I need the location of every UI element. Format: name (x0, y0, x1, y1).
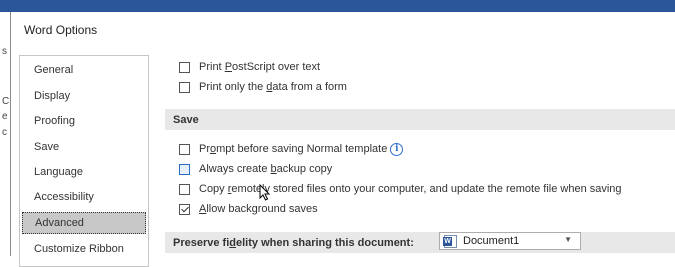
option-label: Print only the data from a form (199, 81, 347, 93)
option-allow-background-saves[interactable]: Allow background saves (179, 201, 318, 217)
option-label: Prompt before saving Normal template (199, 143, 388, 155)
option-label: Allow background saves (199, 203, 318, 215)
document-dropdown-value: Document1 (463, 235, 520, 247)
section-header-preserve-fidelity: Preserve fidelity when sharing this docu… (165, 232, 675, 253)
checkbox[interactable] (179, 183, 190, 195)
nav-item-display[interactable]: Display (22, 85, 146, 107)
option-label: Always create backup copy (199, 163, 333, 175)
option-print-postscript[interactable]: Print PostScript over text (179, 59, 320, 75)
nav-item-save[interactable]: Save (22, 136, 146, 158)
nav-item-customize-ribbon[interactable]: Customize Ribbon (22, 238, 146, 260)
options-content-pane[interactable]: Print PostScript over text Print only th… (157, 55, 675, 265)
option-always-backup-copy[interactable]: Always create backup copy (179, 161, 332, 177)
option-label: Print PostScript over text (199, 61, 321, 73)
section-header-label: Preserve fidelity when sharing this docu… (173, 236, 414, 249)
info-icon[interactable]: i (390, 142, 404, 156)
document-dropdown[interactable]: Document1 ▼ (439, 232, 581, 250)
nav-item-accessibility[interactable]: Accessibility (22, 186, 146, 208)
mouse-pointer-icon (259, 184, 271, 201)
background-letter: c (2, 127, 7, 138)
options-category-list: General Display Proofing Save Language A… (19, 55, 149, 267)
word-options-dialog: Word Options General Display Proofing Sa… (10, 12, 675, 267)
nav-item-advanced[interactable]: Advanced (22, 212, 146, 234)
section-header-save: Save (165, 109, 675, 130)
background-letter: s (2, 46, 7, 57)
checkbox[interactable] (179, 143, 190, 155)
nav-item-proofing[interactable]: Proofing (22, 110, 146, 132)
option-print-form-data[interactable]: Print only the data from a form (179, 79, 347, 95)
dialog-title: Word Options (24, 23, 98, 37)
background-window-edge: s C e c (0, 12, 10, 256)
dialog-titlebar[interactable]: Word Options (11, 12, 675, 48)
checkbox[interactable] (179, 61, 190, 73)
checkbox[interactable] (179, 81, 190, 93)
option-copy-remote-files[interactable]: Copy remotely stored files onto your com… (179, 181, 622, 197)
checkbox-checked[interactable] (179, 203, 190, 215)
app-title-strip (0, 0, 675, 12)
background-letter: C (2, 96, 10, 107)
nav-item-language[interactable]: Language (22, 161, 146, 183)
nav-item-general[interactable]: General (22, 59, 146, 81)
option-prompt-normal-template[interactable]: Prompt before saving Normal template i (179, 141, 404, 157)
background-letter: e (2, 111, 8, 122)
chevron-down-icon: ▼ (564, 235, 572, 244)
word-document-icon (443, 234, 457, 248)
checkbox[interactable] (179, 163, 190, 175)
